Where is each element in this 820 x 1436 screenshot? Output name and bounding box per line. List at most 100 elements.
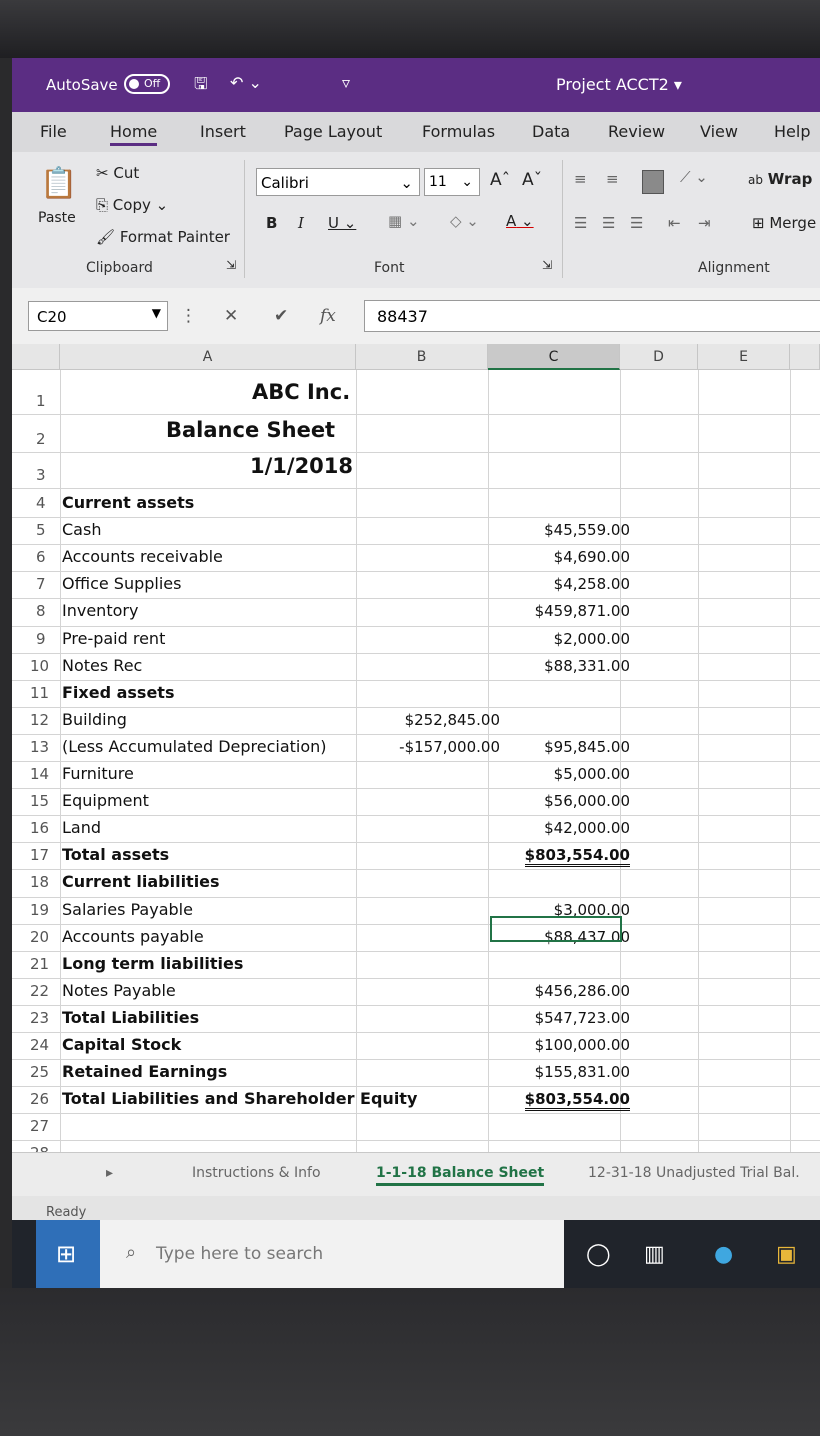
increase-indent-icon[interactable]: ⇥ — [698, 214, 711, 232]
row-number[interactable]: 4 — [36, 494, 46, 512]
tab-formulas[interactable]: Formulas — [422, 122, 495, 141]
row-label[interactable]: Furniture — [62, 764, 134, 783]
row-label[interactable]: Total Liabilities — [62, 1008, 199, 1027]
autosave-toggle[interactable]: Off — [124, 74, 170, 94]
row-number[interactable]: 10 — [30, 657, 49, 675]
undo-icon[interactable]: ↶ ⌄ — [230, 73, 262, 92]
save-icon[interactable]: 🖫 — [194, 73, 208, 100]
font-color-button[interactable]: A ⌄ — [506, 212, 534, 230]
file-explorer-icon[interactable]: ▣ — [776, 1242, 797, 1267]
amount-cell-b[interactable]: -$157,000.00 — [399, 738, 500, 756]
row-label[interactable]: Accounts receivable — [62, 547, 223, 566]
decrease-indent-icon[interactable]: ⇤ — [668, 214, 681, 232]
row-label[interactable]: Salaries Payable — [62, 900, 193, 919]
grow-font-button[interactable]: Aˆ — [490, 170, 510, 190]
formula-input[interactable]: 88437 — [364, 300, 820, 332]
amount-cell-c[interactable]: $547,723.00 — [535, 1009, 630, 1027]
amount-cell-c[interactable]: $5,000.00 — [554, 765, 630, 783]
align-center-icon[interactable]: ☰ — [602, 214, 615, 232]
active-cell-c20[interactable] — [490, 916, 622, 942]
row-label[interactable]: Notes Payable — [62, 981, 176, 1000]
row-number[interactable]: 6 — [36, 548, 46, 566]
wrap-text-button[interactable]: ab Wrap — [748, 170, 812, 188]
worksheet-grid[interactable]: A B C D E 1 2 3 ABC Inc. Balance Sheet 1… — [12, 344, 820, 1206]
amount-cell-c[interactable]: $4,690.00 — [554, 548, 630, 566]
column-header-c[interactable]: C — [488, 344, 620, 370]
paste-button[interactable]: Paste — [38, 210, 76, 226]
align-top-icon[interactable]: ≡ — [574, 170, 587, 188]
row-number[interactable]: 24 — [30, 1036, 49, 1054]
row-number[interactable]: 17 — [30, 846, 49, 864]
start-button[interactable]: ⊞ — [36, 1220, 100, 1288]
sheet-tab-balance-sheet[interactable]: 1-1-18 Balance Sheet — [376, 1165, 545, 1186]
row-number[interactable]: 13 — [30, 738, 49, 756]
row-label[interactable]: Accounts payable — [62, 927, 204, 946]
column-header-b[interactable]: B — [356, 344, 488, 370]
row-number[interactable]: 14 — [30, 765, 49, 783]
row-label[interactable]: Total Liabilities and Shareholder Equity — [62, 1089, 417, 1108]
cut-button[interactable]: ✂ Cut — [96, 164, 139, 182]
row-label[interactable]: Notes Rec — [62, 656, 142, 675]
row-number[interactable]: 9 — [36, 630, 46, 648]
shrink-font-button[interactable]: Aˇ — [522, 170, 542, 190]
borders-icon[interactable]: ▦ ⌄ — [388, 212, 420, 230]
row-label[interactable]: Building — [62, 710, 127, 729]
row-number[interactable]: 25 — [30, 1063, 49, 1081]
row-number[interactable]: 23 — [30, 1009, 49, 1027]
row-number[interactable]: 7 — [36, 575, 46, 593]
select-all-corner[interactable] — [12, 344, 60, 370]
tab-insert[interactable]: Insert — [200, 122, 246, 141]
font-name-select[interactable]: Calibri ⌄ — [256, 168, 420, 196]
row-number[interactable]: 1 — [36, 392, 46, 410]
amount-cell-c[interactable]: $456,286.00 — [535, 982, 630, 1000]
statement-title[interactable]: Balance Sheet — [166, 418, 335, 442]
row-label[interactable]: Retained Earnings — [62, 1062, 227, 1081]
row-label[interactable]: Equipment — [62, 791, 149, 810]
merge-button[interactable]: ⊞ Merge — [752, 214, 816, 232]
row-number[interactable]: 5 — [36, 521, 46, 539]
column-header-d[interactable]: D — [620, 344, 698, 370]
row-number[interactable]: 3 — [36, 466, 46, 484]
underline-button[interactable]: U ⌄ — [328, 214, 356, 232]
row-number[interactable]: 21 — [30, 955, 49, 973]
name-box[interactable]: C20 ▼ — [28, 301, 168, 331]
amount-cell-c[interactable]: $100,000.00 — [535, 1036, 630, 1054]
enter-icon[interactable]: ✔ — [274, 306, 288, 326]
row-number[interactable]: 8 — [36, 602, 46, 620]
column-header-a[interactable]: A — [60, 344, 356, 370]
row-label[interactable]: Office Supplies — [62, 574, 181, 593]
row-label[interactable]: Land — [62, 818, 101, 837]
row-number[interactable]: 16 — [30, 819, 49, 837]
row-number[interactable]: 22 — [30, 982, 49, 1000]
cortana-icon[interactable]: ◯ — [586, 1242, 611, 1267]
row-label[interactable]: Inventory — [62, 601, 138, 620]
row-label[interactable]: Total assets — [62, 845, 169, 864]
row-label[interactable]: Cash — [62, 520, 101, 539]
tab-file[interactable]: File — [40, 122, 67, 141]
sheet-tab-trial-balance[interactable]: 12-31-18 Unadjusted Trial Bal. — [588, 1165, 800, 1181]
row-number[interactable]: 20 — [30, 928, 49, 946]
amount-cell-c[interactable]: $155,831.00 — [535, 1063, 630, 1081]
insert-function-icon[interactable]: fx — [320, 306, 336, 326]
tab-review[interactable]: Review — [608, 122, 665, 141]
paste-icon[interactable]: 📋 — [40, 166, 77, 201]
row-number[interactable]: 26 — [30, 1090, 49, 1108]
row-label[interactable]: Current liabilities — [62, 872, 220, 891]
row-label[interactable]: Current assets — [62, 493, 194, 512]
align-right-icon[interactable]: ☰ — [630, 214, 643, 232]
task-view-icon[interactable]: ▥ — [644, 1242, 665, 1267]
orientation-icon[interactable]: ⟋ ⌄ — [680, 168, 708, 186]
column-header-f[interactable] — [790, 344, 820, 370]
amount-cell-c[interactable]: $4,258.00 — [554, 575, 630, 593]
tab-data[interactable]: Data — [532, 122, 570, 141]
company-name[interactable]: ABC Inc. — [252, 380, 350, 404]
customize-toolbar-icon[interactable]: ▿ — [342, 73, 350, 92]
row-number[interactable]: 19 — [30, 901, 49, 919]
format-painter-button[interactable]: 🖌 Format Painter — [96, 228, 230, 246]
more-options-icon[interactable]: ⋮ — [180, 306, 197, 326]
amount-cell-c[interactable]: $459,871.00 — [535, 602, 630, 620]
scroll-tabs-icon[interactable]: ▸ — [106, 1165, 113, 1181]
align-middle-icon[interactable]: ≡ — [606, 170, 619, 188]
align-left-icon[interactable]: ☰ — [574, 214, 587, 232]
align-bottom-icon[interactable] — [642, 170, 664, 194]
